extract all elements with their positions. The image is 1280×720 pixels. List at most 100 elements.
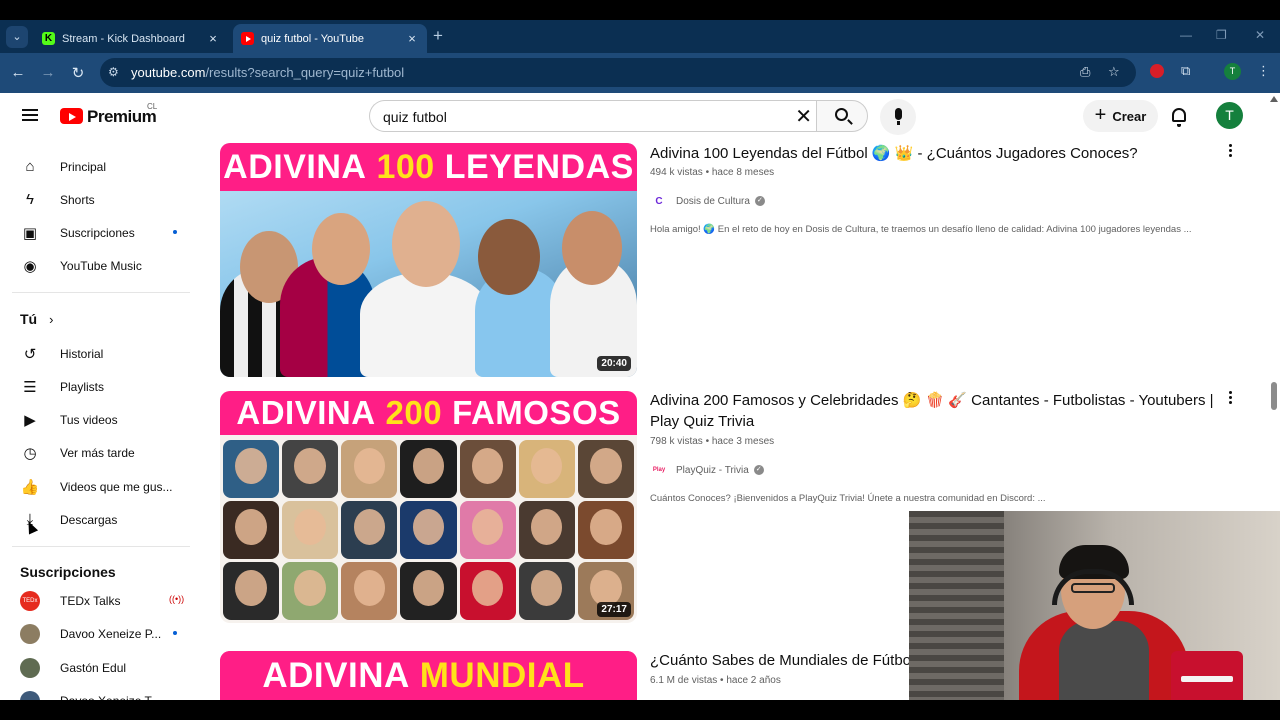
youtube-premium-wordmark[interactable]: Premium [87, 107, 157, 127]
bookmark-star-icon[interactable]: ☆ [1108, 64, 1120, 80]
sidebar-subscriptions-heading: Suscripciones [20, 564, 116, 580]
video-title[interactable]: Adivina 200 Famosos y Celebridades 🤔 🍿 🎸… [650, 390, 1215, 432]
chevron-right-icon: › [49, 311, 54, 327]
sidebar-item-principal[interactable]: ⌂ Principal [12, 150, 190, 183]
scrollbar-thumb[interactable] [1271, 382, 1277, 410]
video-more-options-icon[interactable] [1226, 144, 1234, 160]
sidebar-sub-gaston-edul[interactable]: Gastón Edul [12, 651, 190, 684]
tab-youtube-search[interactable]: quiz futbol - YouTube × [233, 24, 427, 53]
extensions-puzzle-icon[interactable]: ⧉ [1181, 63, 1190, 79]
reload-icon[interactable]: ↻ [68, 64, 88, 82]
sidebar-item-label: Davoo Xeneize P... [60, 626, 162, 641]
scroll-up-arrow-icon[interactable] [1270, 96, 1278, 102]
history-icon: ↺ [23, 345, 37, 363]
new-tab-plus-icon[interactable]: + [433, 26, 443, 46]
youtube-logo-icon[interactable] [60, 108, 83, 124]
create-button[interactable]: + Crear [1083, 100, 1158, 132]
create-label: Crear [1112, 108, 1147, 124]
clear-search-icon[interactable]: ✕ [795, 104, 812, 129]
sidebar-item-historial[interactable]: ↺ Historial [12, 337, 190, 370]
sidebar-item-label: YouTube Music [60, 258, 142, 273]
voice-search-button[interactable] [880, 99, 916, 135]
video-thumbnail[interactable]: ADIVINA 100 LEYENDAS 20:40 [220, 143, 637, 377]
browser-profile-avatar[interactable]: T [1224, 63, 1241, 80]
plus-icon: + [1094, 103, 1107, 126]
tab-kick-dashboard[interactable]: K Stream - Kick Dashboard × [34, 24, 228, 53]
sidebar-item-label: Suscripciones [60, 225, 135, 240]
sidebar-item-label: Gastón Edul [60, 660, 127, 675]
thumb-number: 200 [385, 394, 443, 431]
microphone-icon [895, 108, 902, 125]
subscriptions-icon: ▣ [22, 224, 38, 242]
sidebar-sub-davoo-xeneize-p[interactable]: Davoo Xeneize P... [12, 617, 190, 650]
tab-close-icon[interactable]: × [206, 31, 220, 46]
sidebar-item-suscripciones[interactable]: ▣ Suscripciones [12, 216, 190, 249]
sidebar-item-ver-mas-tarde[interactable]: ◷ Ver más tarde [12, 436, 190, 469]
thumbnail-banner: ADIVINA 200 FAMOSOS [220, 391, 637, 435]
minimize-icon[interactable]: — [1180, 28, 1192, 42]
sidebar-item-descargas[interactable]: ⤓ Descargas [12, 503, 190, 536]
video-metadata: 6.1 M de vistas • hace 2 años [650, 675, 781, 686]
channel-name: Dosis de Cultura [676, 195, 750, 207]
thumb-number: MUNDIAL [419, 655, 585, 695]
upload-age: hace 3 meses [711, 436, 775, 447]
back-arrow-icon[interactable]: ← [8, 64, 28, 81]
tab-label: Stream - Kick Dashboard [62, 32, 185, 45]
screen: ⌄ K Stream - Kick Dashboard × quiz futbo… [0, 0, 1280, 720]
address-bar[interactable]: ⚙ youtube.com/results?search_query=quiz+… [100, 58, 1136, 87]
window-blinds [909, 511, 1004, 700]
search-input[interactable]: quiz futbol ✕ [369, 100, 816, 132]
install-app-icon[interactable]: ⎙ [1080, 64, 1090, 80]
watch-later-icon: ◷ [23, 444, 37, 462]
sidebar-item-tus-videos[interactable]: ▶ Tus videos [12, 403, 190, 436]
video-thumbnail[interactable]: ADIVINA 200 FAMOSOS 27:17 [220, 391, 637, 623]
video-thumbnail[interactable]: ADIVINA MUNDIAL [220, 651, 637, 700]
tab-close-icon[interactable]: × [405, 31, 419, 46]
thumb-tail: LEYENDAS [444, 147, 634, 186]
video-title[interactable]: ¿Cuánto Sabes de Mundiales de Fútbol [650, 650, 912, 671]
streamer-shirt [1059, 621, 1149, 700]
sidebar: ⌂ Principal ϟ Shorts ▣ Suscripciones ◉ YouTu… [0, 139, 205, 711]
sidebar-item-label: Shorts [60, 192, 95, 207]
video-more-options-icon[interactable] [1226, 391, 1234, 407]
browser-menu-icon[interactable]: ⋮ [1257, 63, 1270, 79]
sidebar-item-playlists[interactable]: ☰ Playlists [12, 370, 190, 403]
tab-search-chevron-icon[interactable]: ⌄ [6, 26, 28, 48]
channel-avatar [20, 623, 40, 644]
new-content-dot [173, 230, 177, 234]
view-count: 6.1 M de vistas [650, 675, 718, 686]
sidebar-divider [12, 546, 190, 547]
video-metadata: 494 k vistas • hace 8 meses [650, 167, 775, 178]
video-description: Cuántos Conoces? ¡Bienvenidos a PlayQuiz… [650, 493, 1046, 504]
channel-name: PlayQuiz - Trivia [676, 464, 749, 476]
channel-avatar: C [655, 195, 663, 207]
thumbnail-faces-grid [223, 440, 634, 620]
video-title[interactable]: Adivina 100 Leyendas del Fútbol 🌍 👑 - ¿C… [650, 143, 1220, 164]
channel-link[interactable]: Play PlayQuiz - Trivia ✓ [650, 461, 764, 479]
thumb-word: ADIVINA [262, 655, 410, 695]
sidebar-item-youtube-music[interactable]: ◉ YouTube Music [12, 249, 190, 282]
search-button[interactable] [816, 100, 868, 132]
sidebar-divider [12, 292, 190, 293]
account-avatar[interactable]: T [1216, 102, 1243, 129]
your-videos-icon: ▶ [24, 411, 36, 429]
sidebar-item-label: Ver más tarde [60, 445, 135, 460]
sidebar-item-shorts[interactable]: ϟ Shorts [12, 183, 190, 216]
kick-favicon-icon: K [42, 32, 55, 45]
verified-check-icon: ✓ [754, 196, 765, 206]
close-window-icon[interactable]: ✕ [1255, 28, 1265, 42]
channel-link[interactable]: C Dosis de Cultura ✓ [650, 192, 765, 210]
restore-icon[interactable]: ❐ [1216, 28, 1227, 42]
shorts-icon: ϟ [26, 191, 34, 208]
letterbox-top [0, 0, 1280, 20]
forward-arrow-icon[interactable]: → [38, 64, 58, 81]
search-icon [835, 108, 848, 121]
site-info-icon[interactable]: ⚙ [108, 65, 119, 79]
thumb-tail: FAMOSOS [452, 394, 621, 431]
sidebar-sub-tedx-talks[interactable]: TEDx TEDx Talks ((•)) [12, 584, 190, 617]
extension-red-icon[interactable] [1150, 64, 1164, 78]
sidebar-item-liked-videos[interactable]: 👍 Videos que me gus... [12, 470, 190, 503]
notifications-bell-icon[interactable] [1172, 108, 1186, 127]
guide-menu-icon[interactable] [22, 109, 38, 121]
sidebar-you-heading[interactable]: Tú › [20, 311, 53, 327]
